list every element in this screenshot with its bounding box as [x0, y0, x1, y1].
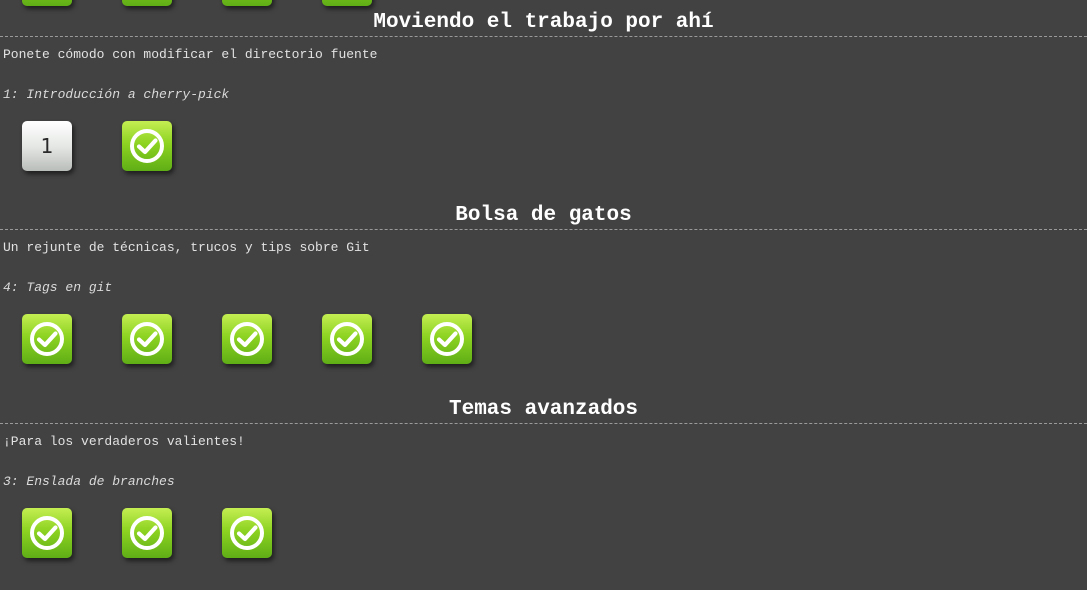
check-icon	[330, 322, 364, 356]
section-title: Moviendo el trabajo por ahí	[373, 11, 714, 34]
check-icon	[30, 322, 64, 356]
section-description: Ponete cómodo con modificar el directori…	[3, 47, 378, 62]
level-number: 1	[40, 134, 54, 158]
section-divider	[0, 36, 1087, 37]
check-icon	[130, 322, 164, 356]
level-button[interactable]	[222, 314, 272, 364]
check-icon	[130, 516, 164, 550]
check-icon	[130, 129, 164, 163]
section-bag-of-tricks: Bolsa de gatos Un rejunte de técnicas, t…	[0, 203, 1087, 366]
level-button[interactable]	[222, 0, 272, 6]
section-description: Un rejunte de técnicas, trucos y tips so…	[3, 240, 370, 255]
check-icon	[230, 322, 264, 356]
section-title: Bolsa de gatos	[455, 204, 632, 227]
level-button[interactable]	[122, 508, 172, 558]
level-button[interactable]	[22, 508, 72, 558]
section-description: ¡Para los verdaderos valientes!	[3, 434, 245, 449]
current-level-label: 4: Tags en git	[3, 280, 113, 295]
check-icon	[30, 516, 64, 550]
current-level-label: 1: Introducción a cherry-pick	[3, 87, 230, 102]
level-button[interactable]	[122, 314, 172, 364]
level-button[interactable]	[322, 0, 372, 6]
level-row	[22, 314, 1087, 366]
level-row	[22, 508, 1087, 560]
level-button[interactable]	[22, 0, 72, 6]
level-button[interactable]	[122, 121, 172, 171]
level-row: 1	[22, 121, 1087, 173]
check-icon	[230, 516, 264, 550]
section-divider	[0, 423, 1087, 424]
check-icon	[430, 322, 464, 356]
section-moving-work: Moviendo el trabajo por ahí Ponete cómod…	[0, 10, 1087, 173]
level-button[interactable]	[222, 508, 272, 558]
level-button[interactable]	[422, 314, 472, 364]
level-button[interactable]: 1	[22, 121, 72, 171]
level-select-page: Moviendo el trabajo por ahí Ponete cómod…	[0, 0, 1087, 590]
section-title: Temas avanzados	[448, 398, 639, 421]
level-button[interactable]	[22, 314, 72, 364]
section-advanced-topics: Temas avanzados ¡Para los verdaderos val…	[0, 397, 1087, 560]
section-divider	[0, 229, 1087, 230]
level-button[interactable]	[322, 314, 372, 364]
current-level-label: 3: Enslada de branches	[3, 474, 175, 489]
level-button[interactable]	[122, 0, 172, 6]
